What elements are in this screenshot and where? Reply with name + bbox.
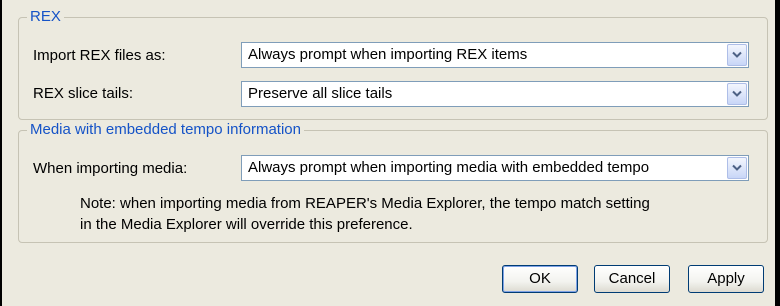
import-rex-dropdown[interactable]: Always prompt when importing REX items: [241, 42, 749, 68]
rex-slice-tails-label: REX slice tails:: [33, 85, 134, 102]
rex-slice-tails-value: Preserve all slice tails: [248, 85, 393, 102]
preferences-panel: REX Import REX files as: Always prompt w…: [2, 0, 775, 306]
chevron-down-icon[interactable]: [727, 44, 747, 66]
import-rex-value: Always prompt when importing REX items: [248, 46, 528, 63]
when-importing-media-label: When importing media:: [33, 160, 188, 177]
chevron-down-icon[interactable]: [727, 83, 747, 105]
ok-button[interactable]: OK: [502, 265, 578, 293]
import-rex-label: Import REX files as:: [33, 47, 166, 64]
chevron-down-icon[interactable]: [727, 157, 747, 179]
rex-group-legend: REX: [30, 8, 61, 25]
note-line-2: in the Media Explorer will override this…: [80, 216, 413, 233]
when-importing-media-value: Always prompt when importing media with …: [248, 159, 650, 176]
apply-button[interactable]: Apply: [688, 265, 764, 293]
media-explorer-note: Note: when importing media from REAPER's…: [80, 193, 740, 235]
rex-slice-tails-dropdown[interactable]: Preserve all slice tails: [241, 81, 749, 107]
window-frame-right: [775, 0, 780, 306]
media-tempo-group-legend: Media with embedded tempo information: [30, 121, 301, 138]
when-importing-media-dropdown[interactable]: Always prompt when importing media with …: [241, 155, 749, 181]
note-line-1: Note: when importing media from REAPER's…: [80, 195, 650, 212]
cancel-button[interactable]: Cancel: [594, 265, 670, 293]
